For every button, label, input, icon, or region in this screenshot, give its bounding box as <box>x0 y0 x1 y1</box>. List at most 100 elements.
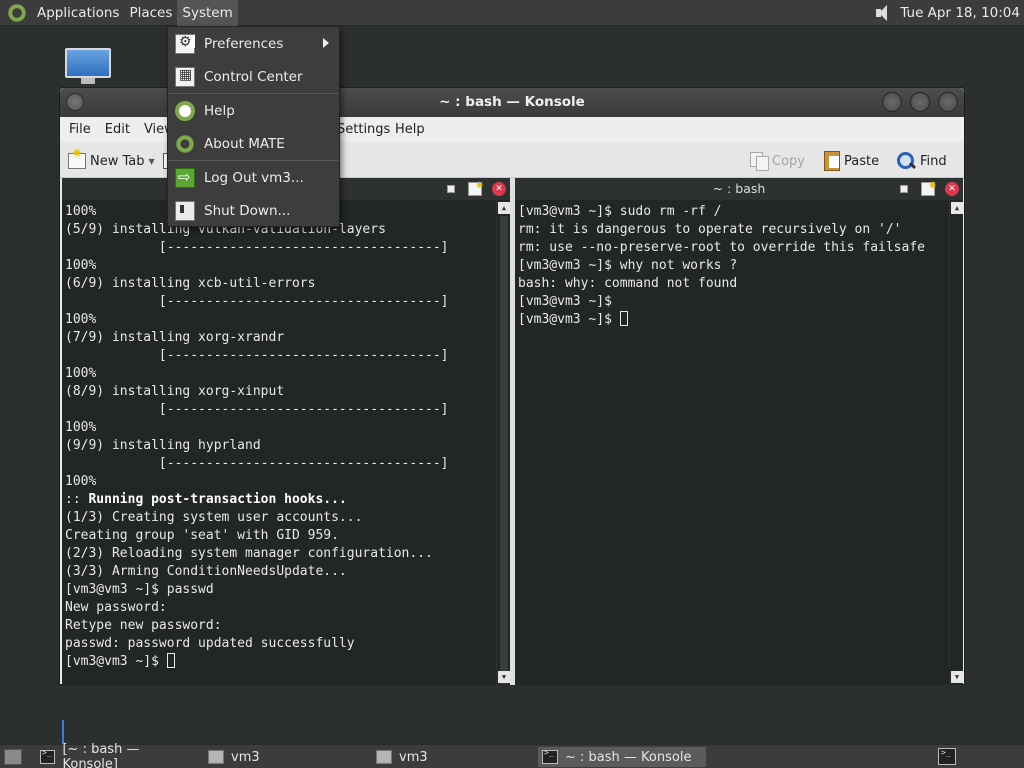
search-icon <box>896 151 916 171</box>
terminal-line: (6/9) installing xcb-util-errors <box>65 276 316 291</box>
terminal-line: (1/3) Creating system user accounts... <box>65 510 363 525</box>
terminal-line: (8/9) installing xorg-xinput <box>65 384 285 399</box>
minimize-button[interactable] <box>882 92 902 112</box>
taskbar-item-vm3-2[interactable]: vm3 <box>372 747 532 767</box>
terminal-line: rm: use --no-preserve-root to override t… <box>518 240 925 255</box>
computer-desktop-icon[interactable] <box>63 48 113 86</box>
terminal-line: Retype new password: <box>65 618 222 633</box>
show-desktop-icon[interactable] <box>4 749 22 765</box>
paste-button[interactable]: Paste <box>824 149 879 173</box>
terminal-line: [-----------------------------------] <box>65 294 449 309</box>
taskbar-item-vm3-1[interactable]: vm3 <box>204 747 364 767</box>
system-dropdown-menu: Preferences Control Center Help About MA… <box>167 26 340 227</box>
terminal-pane-left[interactable]: ✕ 100%(5/9) installing vulkan-validation… <box>62 175 510 756</box>
menu-edit[interactable]: Edit <box>98 122 137 137</box>
find-button[interactable]: Find <box>896 149 947 173</box>
applications-menu[interactable]: Applications <box>32 0 124 26</box>
terminal-line: (9/9) installing hyprland <box>65 438 261 453</box>
menu-item-label: Control Center <box>204 68 303 85</box>
terminal-line: [-----------------------------------] <box>65 348 449 363</box>
terminal-line: [-----------------------------------] <box>65 240 449 255</box>
detach-view-icon[interactable] <box>900 185 908 193</box>
terminal-line: New password: <box>65 600 167 615</box>
home-folder-icon <box>376 750 392 764</box>
task-label: [~ : bash — Konsole] <box>62 742 140 768</box>
new-tab-icon[interactable] <box>921 175 937 197</box>
close-button[interactable] <box>938 92 958 112</box>
new-tab-button[interactable]: New Tab ▼ <box>68 146 155 173</box>
control-center-icon <box>175 66 195 87</box>
task-label: vm3 <box>399 749 428 765</box>
terminal-line: rm: it is dangerous to operate recursive… <box>518 222 902 237</box>
scroll-up-arrow-icon[interactable]: ▲ <box>951 202 963 214</box>
detach-view-icon[interactable] <box>447 185 455 193</box>
scroll-up-arrow-icon[interactable]: ▲ <box>498 202 510 214</box>
pane-title-right: ~ : bash <box>712 181 766 196</box>
terminal-line: [vm3@vm3 ~]$ <box>65 653 494 671</box>
new-tab-icon <box>68 146 86 169</box>
mouse-pointer-icon <box>186 34 195 48</box>
paste-label: Paste <box>844 153 880 169</box>
monitor-icon <box>65 48 111 78</box>
terminal-line: (7/9) installing xorg-xrandr <box>65 330 285 345</box>
mate-logo-icon[interactable] <box>6 1 28 24</box>
terminal-output-left[interactable]: 100% (5/9) installing vulkan-validation-l… <box>65 203 494 685</box>
submenu-arrow-icon <box>323 38 329 48</box>
help-icon <box>175 100 195 121</box>
terminal-line: 100% <box>65 474 97 489</box>
maximize-button[interactable] <box>910 92 930 112</box>
terminal-line: 100% <box>65 258 97 273</box>
copy-label: Copy <box>772 153 805 169</box>
terminal-line: 100% <box>65 312 97 327</box>
bottom-panel: [~ : bash — Konsole] vm3 vm3 ~ : bash — … <box>0 742 1024 768</box>
terminal-line: [vm3@vm3 ~]$ <box>518 294 612 309</box>
terminal-icon <box>40 748 56 764</box>
menu-item-shut-down[interactable]: Shut Down... <box>168 194 339 227</box>
paste-icon <box>824 151 840 171</box>
terminal-line: 100% <box>65 366 97 381</box>
menu-item-control-center[interactable]: Control Center <box>168 60 339 93</box>
workspace-switcher[interactable] <box>938 748 956 765</box>
terminal-output-right[interactable]: [vm3@vm3 ~]$ sudo rm -rf / rm: it is dang… <box>518 203 947 685</box>
terminal-line: passwd: password updated successfully <box>65 636 355 651</box>
menu-item-label: Help <box>204 102 235 119</box>
close-pane-icon[interactable]: ✕ <box>945 182 959 196</box>
top-panel: Applications Places System Tue Apr 18, 1… <box>0 0 1024 26</box>
text-cursor <box>619 311 628 326</box>
clock[interactable]: Tue Apr 18, 10:04 <box>900 5 1020 21</box>
scrollbar-right[interactable]: ▲ ▼ <box>949 200 963 685</box>
places-menu[interactable]: Places <box>124 0 177 26</box>
close-pane-icon[interactable]: ✕ <box>492 182 506 196</box>
menu-item-help[interactable]: Help <box>168 94 339 127</box>
menu-file[interactable]: File <box>62 122 98 137</box>
taskbar-item-konsole-active[interactable]: ~ : bash — Konsole <box>538 747 706 767</box>
menu-item-log-out[interactable]: Log Out vm3... <box>168 161 339 194</box>
taskbar-item-konsole-1[interactable]: [~ : bash — Konsole] <box>36 742 194 768</box>
scroll-down-arrow-icon[interactable]: ▼ <box>951 671 963 683</box>
terminal-pane-right[interactable]: ~ : bash ✕ [vm3@vm3 ~]$ sudo rm -rf / rm:… <box>515 175 963 685</box>
new-tab-icon[interactable] <box>468 175 484 197</box>
scroll-down-arrow-icon[interactable]: ▼ <box>498 671 510 683</box>
volume-icon[interactable] <box>874 3 894 23</box>
home-folder-icon <box>208 750 224 764</box>
pane-header-right: ~ : bash ✕ <box>515 175 963 200</box>
menu-item-label: Log Out vm3... <box>204 169 304 186</box>
monitor-stand <box>81 78 95 84</box>
shutdown-icon <box>175 200 195 221</box>
system-menu-button[interactable]: System <box>177 0 238 26</box>
task-label: vm3 <box>231 749 260 765</box>
terminal-line: [vm3@vm3 ~]$ sudo rm -rf / <box>518 204 722 219</box>
mate-logo-icon <box>175 133 195 154</box>
menu-item-label: Shut Down... <box>204 202 291 219</box>
find-label: Find <box>920 153 947 169</box>
scrollbar-thumb[interactable] <box>500 216 508 684</box>
terminal-line: [vm3@vm3 ~]$ passwd <box>65 582 214 597</box>
scrollbar-left[interactable]: ▲ ▼ <box>496 200 510 685</box>
terminal-line: [vm3@vm3 ~]$ <box>518 311 947 329</box>
dropdown-arrow-icon[interactable]: ▼ <box>149 157 155 166</box>
terminal-line: [-----------------------------------] <box>65 402 449 417</box>
menu-help[interactable]: Help <box>388 122 432 137</box>
terminal-line: (3/3) Arming ConditionNeedsUpdate... <box>65 564 347 579</box>
menu-item-about-mate[interactable]: About MATE <box>168 127 339 160</box>
copy-button[interactable]: Copy <box>750 149 805 173</box>
